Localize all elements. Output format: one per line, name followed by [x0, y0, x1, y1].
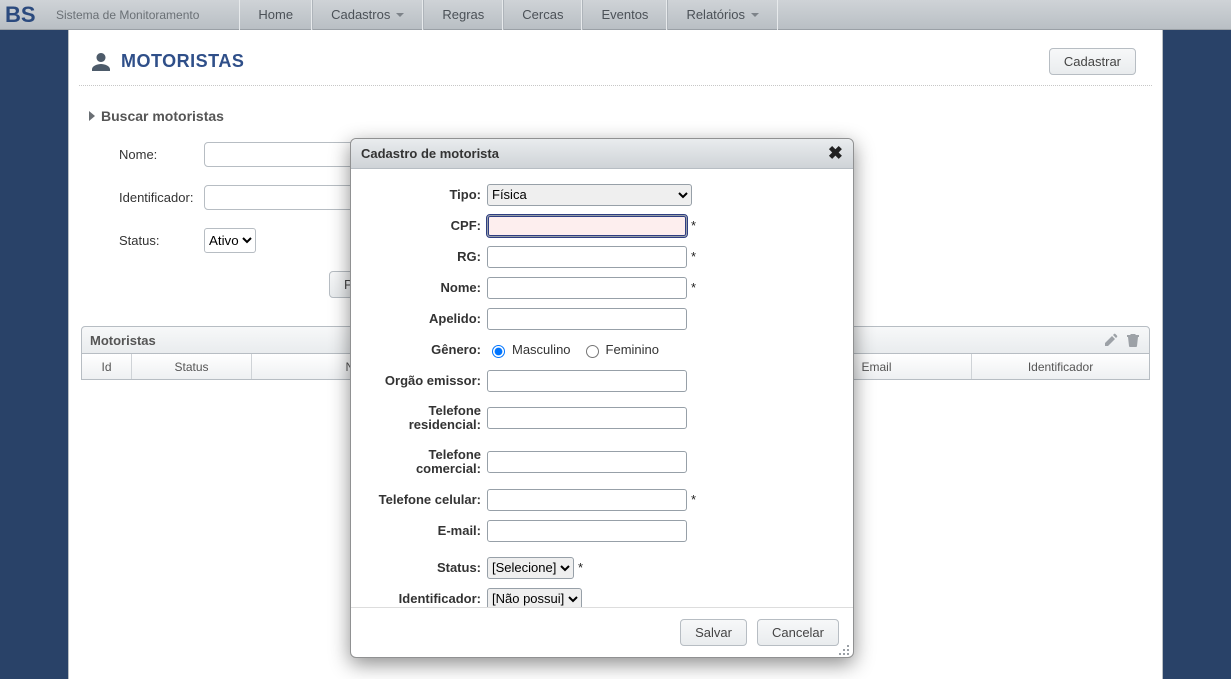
label-email: E-mail: [357, 523, 487, 538]
col-id[interactable]: Id [82, 354, 132, 379]
menu-regras-label: Regras [442, 7, 484, 22]
genero-feminino-option[interactable]: Feminino [581, 342, 659, 358]
disclosure-right-icon [89, 111, 95, 121]
tel-cel-input[interactable] [487, 489, 687, 511]
menu-cercas-label: Cercas [522, 7, 563, 22]
required-marker: * [691, 280, 696, 295]
label-cpf: CPF: [357, 218, 487, 233]
ident-select[interactable]: [Não possui] [487, 588, 582, 608]
genero-masculino-label: Masculino [512, 342, 571, 357]
menu-relatorios-label: Relatórios [686, 7, 745, 22]
email-input[interactable] [487, 520, 687, 542]
page-title: MOTORISTAS [89, 50, 244, 74]
menu-home-label: Home [258, 7, 293, 22]
menu-home[interactable]: Home [239, 0, 312, 30]
menu-eventos-label: Eventos [601, 7, 648, 22]
tel-res-input[interactable] [487, 407, 687, 429]
menu-cadastros[interactable]: Cadastros [312, 0, 423, 30]
required-marker: * [691, 249, 696, 264]
app-subtitle: Sistema de Monitoramento [50, 8, 199, 22]
apelido-input[interactable] [487, 308, 687, 330]
genero-feminino-label: Feminino [606, 342, 659, 357]
person-icon [89, 50, 113, 74]
label-status: Status: [357, 560, 487, 575]
dialog-cadastro-motorista: Cadastro de motorista ✖ Tipo: Física CPF… [350, 138, 854, 658]
menu-cercas[interactable]: Cercas [503, 0, 582, 30]
edit-icon[interactable] [1103, 332, 1119, 348]
label-tel-res: Telefoneresidencial: [357, 404, 487, 432]
dialog-title: Cadastro de motorista [361, 146, 499, 161]
genero-feminino-radio[interactable] [586, 345, 599, 358]
page-header: MOTORISTAS Cadastrar [79, 30, 1152, 86]
required-marker: * [578, 560, 583, 575]
chevron-down-icon [751, 13, 759, 17]
main-menu: Home Cadastros Regras Cercas Eventos Rel… [239, 0, 778, 30]
label-nome: Nome: [357, 280, 487, 295]
label-tel-cel: Telefone celular: [357, 492, 487, 507]
genero-masculino-option[interactable]: Masculino [487, 342, 571, 358]
close-icon[interactable]: ✖ [828, 143, 843, 164]
chevron-down-icon [396, 13, 404, 17]
resize-grip-icon[interactable] [837, 641, 851, 655]
search-status-label: Status: [89, 233, 204, 248]
dialog-footer: Salvar Cancelar [351, 607, 853, 657]
cancelar-button[interactable]: Cancelar [757, 619, 839, 646]
topbar: BS Sistema de Monitoramento Home Cadastr… [0, 0, 1231, 30]
required-marker: * [691, 492, 696, 507]
label-orgao: Orgão emissor: [357, 373, 487, 388]
cpf-input[interactable] [487, 215, 687, 237]
salvar-button[interactable]: Salvar [680, 619, 747, 646]
menu-eventos[interactable]: Eventos [582, 0, 667, 30]
label-ident: Identificador: [357, 591, 487, 606]
label-apelido: Apelido: [357, 311, 487, 326]
grid-title: Motoristas [90, 333, 156, 348]
trash-icon[interactable] [1125, 332, 1141, 348]
page-title-text: MOTORISTAS [121, 51, 244, 72]
tipo-select[interactable]: Física [487, 184, 692, 206]
label-tipo: Tipo: [357, 187, 487, 202]
label-genero: Gênero: [357, 342, 487, 357]
menu-relatorios[interactable]: Relatórios [667, 0, 778, 30]
dialog-body: Tipo: Física CPF: * RG: * Nome: * Apelid… [351, 169, 853, 607]
tel-com-input[interactable] [487, 451, 687, 473]
menu-cadastros-label: Cadastros [331, 7, 390, 22]
nome-input[interactable] [487, 277, 687, 299]
dialog-titlebar[interactable]: Cadastro de motorista ✖ [351, 139, 853, 169]
menu-regras[interactable]: Regras [423, 0, 503, 30]
col-status[interactable]: Status [132, 354, 252, 379]
genero-masculino-radio[interactable] [492, 345, 505, 358]
logo: BS [0, 0, 50, 30]
label-rg: RG: [357, 249, 487, 264]
orgao-input[interactable] [487, 370, 687, 392]
search-status-select[interactable]: Ativo [204, 228, 256, 253]
cadastrar-button[interactable]: Cadastrar [1049, 48, 1136, 75]
svg-text:BS: BS [5, 4, 36, 26]
status-select[interactable]: [Selecione] [487, 557, 574, 579]
required-marker: * [691, 218, 696, 233]
search-ident-label: Identificador: [89, 190, 204, 205]
search-header[interactable]: Buscar motoristas [89, 108, 1142, 124]
rg-input[interactable] [487, 246, 687, 268]
search-nome-label: Nome: [89, 147, 204, 162]
label-tel-com: Telefonecomercial: [357, 448, 487, 476]
col-ident[interactable]: Identificador [972, 354, 1149, 379]
search-header-label: Buscar motoristas [101, 108, 224, 124]
